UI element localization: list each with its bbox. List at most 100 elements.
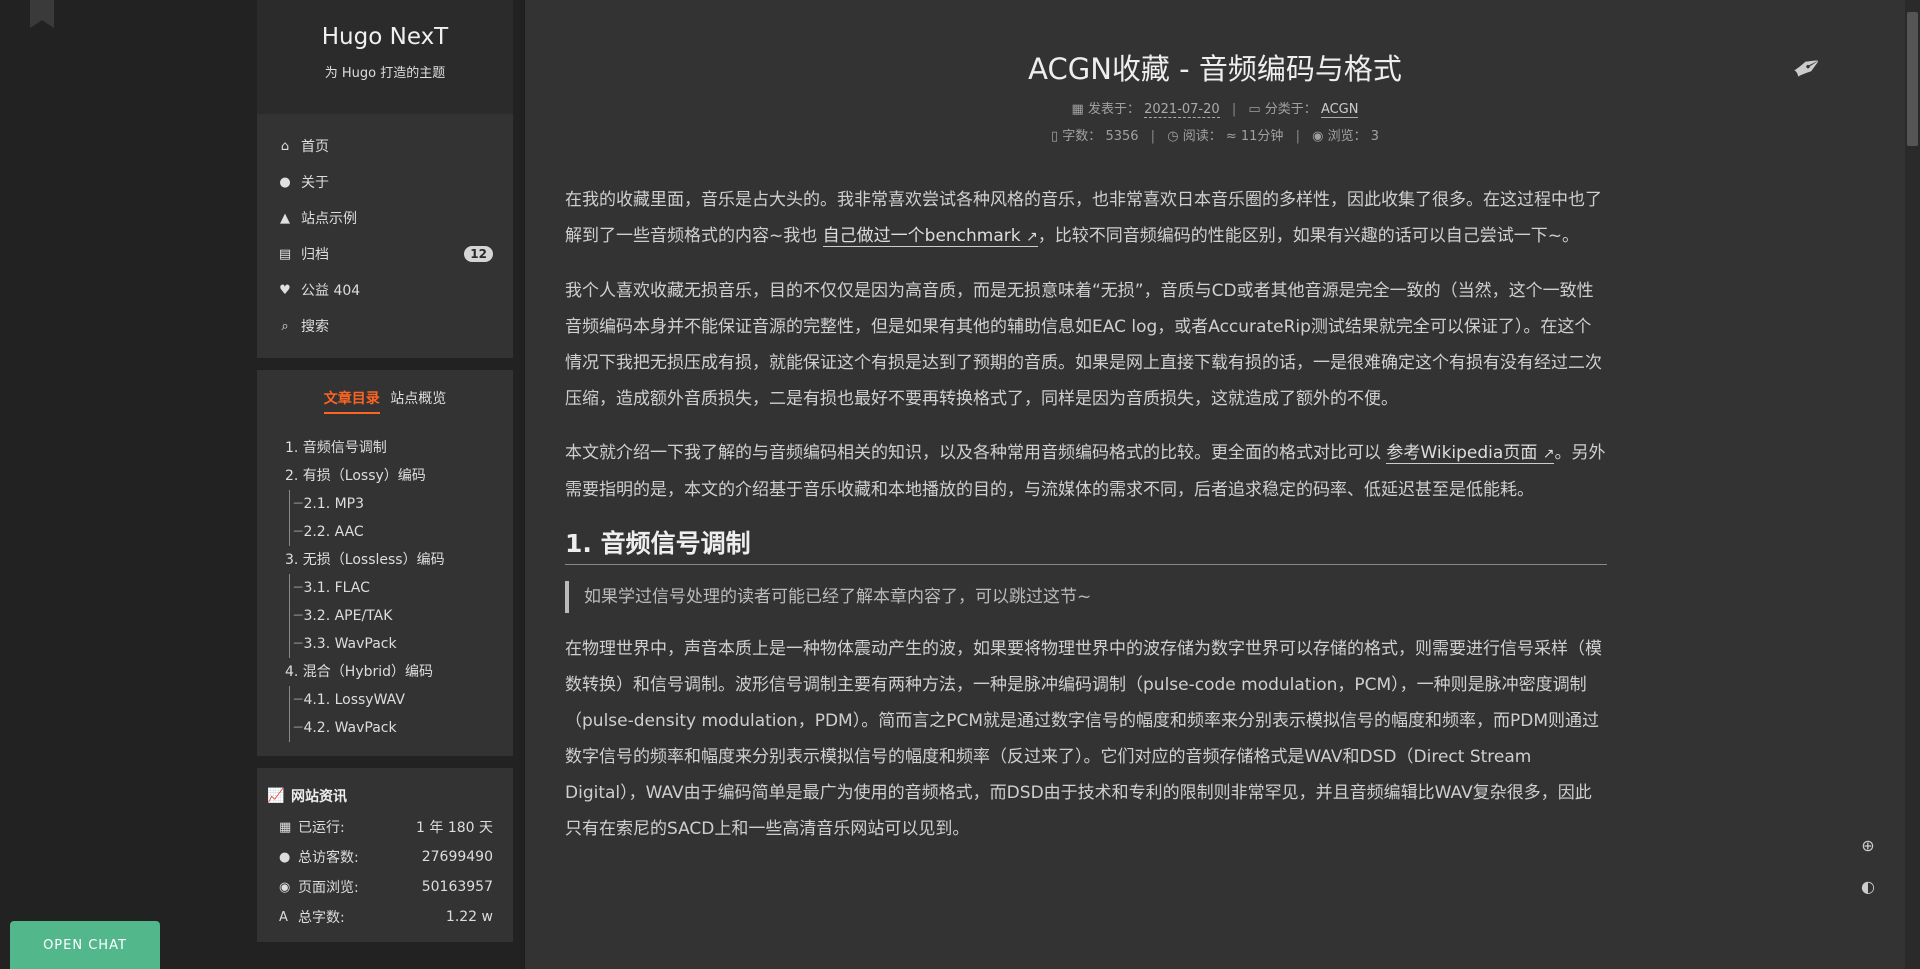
link-text: 自己做过一个benchmark bbox=[822, 226, 1021, 246]
folder-icon: ▭ bbox=[1248, 102, 1261, 117]
main-menu: ⌂ 首页 ● 关于 ▲ 站点示例 ▤ 归档 12 ♥ 公益 404 ⌕ 搜索 bbox=[257, 114, 513, 358]
toc-subitem-label: 2.1. MP3 bbox=[303, 496, 365, 512]
info-row-runtime: ▦ 已运行: 1 年 180 天 bbox=[267, 812, 493, 842]
meta-separator: | bbox=[1231, 102, 1237, 117]
menu-item-about[interactable]: ● 关于 bbox=[257, 164, 513, 200]
toc-subitem[interactable]: 2.1. MP3 bbox=[289, 490, 513, 518]
toc-item[interactable]: 1. 音频信号调制 bbox=[285, 434, 513, 462]
paragraph-text: ，比较不同音频编码的性能区别，如果有兴趣的话可以自己尝试一下~。 bbox=[1037, 226, 1580, 246]
tab-overview[interactable]: 站点概览 bbox=[390, 388, 446, 412]
words-value: 5356 bbox=[1105, 129, 1139, 144]
menu-item-home[interactable]: ⌂ 首页 bbox=[257, 128, 513, 164]
page-scrollbar[interactable] bbox=[1905, 0, 1920, 969]
user-icon: ● bbox=[279, 174, 291, 190]
menu-item-label: 首页 bbox=[301, 139, 329, 155]
toc-subitem-label: 3.2. APE/TAK bbox=[303, 608, 393, 624]
site-title[interactable]: Hugo NexT bbox=[257, 0, 513, 50]
post-title: ACGN收藏 - 音频编码与格式 bbox=[1028, 52, 1402, 86]
menu-item-archives[interactable]: ▤ 归档 12 bbox=[257, 236, 513, 272]
paragraph: 我个人喜欢收藏无损音乐，目的不仅仅是因为高音质，而是无损意味着“无损”，音质与C… bbox=[565, 281, 1602, 409]
toc-item[interactable]: 2. 有损（Lossy）编码 bbox=[285, 462, 513, 490]
menu-item-label: 搜索 bbox=[301, 319, 329, 335]
file-word-icon: ▯ bbox=[1050, 129, 1059, 144]
clock-icon: ◷ bbox=[1167, 129, 1179, 144]
site-info-panel: 📈 网站资讯 ▦ 已运行: 1 年 180 天 ● 总访客数: 27699490… bbox=[257, 768, 513, 942]
eye-icon: ◉ bbox=[279, 879, 291, 895]
dark-mode-toggle-icon[interactable]: ◐ bbox=[1856, 877, 1880, 896]
info-row-wordcount: A 总字数: 1.22 w bbox=[267, 902, 493, 932]
archive-count-badge: 12 bbox=[464, 246, 493, 262]
toc-item[interactable]: 4. 混合（Hybrid）编码 bbox=[285, 658, 513, 686]
info-value: 1.22 w bbox=[445, 909, 493, 925]
published-label: 发表于： bbox=[1087, 102, 1140, 117]
toc-subitem[interactable]: 4.1. LossyWAV bbox=[289, 686, 513, 714]
meta-separator: | bbox=[1295, 129, 1300, 144]
toc-subitem-label: 3.1. FLAC bbox=[303, 580, 370, 596]
home-icon: ⌂ bbox=[280, 138, 290, 154]
info-label: 总访客数: bbox=[298, 850, 359, 866]
blockquote: 如果学过信号处理的读者可能已经了解本章内容了，可以跳过这节~ bbox=[565, 581, 1607, 613]
toc-subitem-label: 3.3. WavPack bbox=[303, 636, 397, 652]
menu-item-404[interactable]: ♥ 公益 404 bbox=[257, 272, 513, 308]
published-date-link[interactable]: 2021-07-20 bbox=[1144, 102, 1220, 118]
toc-subitem[interactable]: 2.2. AAC bbox=[289, 518, 513, 546]
link-text: 参考Wikipedia页面 bbox=[1386, 443, 1538, 463]
toc-item[interactable]: 3. 无损（Lossless）编码 bbox=[285, 546, 513, 574]
menu-item-search[interactable]: ⌕ 搜索 bbox=[257, 308, 513, 344]
user-icon: ● bbox=[279, 849, 291, 865]
post-header: ACGN收藏 - 音频编码与格式 ▦ 发表于： 2021-07-20 | ▭ 分… bbox=[525, 0, 1905, 144]
calendar-icon: ▦ bbox=[279, 819, 292, 835]
info-label: 页面浏览: bbox=[298, 880, 359, 896]
words-label: 字数： bbox=[1062, 129, 1102, 144]
paragraph: 本文就介绍一下我了解的与音频编码相关的知识，以及各种常用音频编码格式的比较。更全… bbox=[565, 435, 1607, 508]
thumbs-up-icon: ▲ bbox=[280, 210, 290, 226]
paragraph: 在我的收藏里面，音乐是占大头的。我非常喜欢尝试各种风格的音乐，也非常喜欢日本音乐… bbox=[565, 182, 1607, 255]
post-meta-line-1: ▦ 发表于： 2021-07-20 | ▭ 分类于： ACGN bbox=[525, 98, 1905, 118]
tab-toc[interactable]: 文章目录 bbox=[323, 388, 380, 414]
info-value: 1 年 180 天 bbox=[416, 820, 493, 836]
paragraph: 在物理世界中，声音本质上是一种物体震动产生的波，如果要将物理世界中的波存储为数字… bbox=[565, 639, 1602, 839]
section-heading: 1. 音频信号调制 bbox=[565, 526, 1607, 565]
info-value: 27699490 bbox=[421, 849, 493, 865]
external-link-icon: ↗ bbox=[1026, 229, 1038, 245]
language-globe-icon[interactable]: ⊕ bbox=[1856, 836, 1880, 855]
sidebar: Hugo NexT 为 Hugo 打造的主题 ⌂ 首页 ● 关于 ▲ 站点示例 … bbox=[257, 0, 513, 954]
meta-separator: | bbox=[1150, 129, 1156, 144]
line-chart-icon: 📈 bbox=[267, 788, 285, 804]
info-label: 已运行: bbox=[298, 820, 345, 836]
search-icon: ⌕ bbox=[281, 318, 289, 334]
read-time-value: ≈ 11分钟 bbox=[1225, 129, 1284, 144]
post-main: ACGN收藏 - 音频编码与格式 ▦ 发表于： 2021-07-20 | ▭ 分… bbox=[525, 0, 1905, 969]
views-label: 浏览： bbox=[1327, 129, 1367, 144]
bookmark-ribbon[interactable] bbox=[30, 0, 54, 28]
toc-subitem[interactable]: 3.3. WavPack bbox=[289, 630, 513, 658]
wikipedia-link[interactable]: 参考Wikipedia页面 ↗ bbox=[1386, 443, 1555, 464]
open-chat-button[interactable]: OPEN CHAT bbox=[10, 921, 160, 969]
menu-item-label: 归档 bbox=[301, 247, 329, 263]
toc-subitem-label: 4.1. LossyWAV bbox=[303, 692, 405, 708]
toc-subitem-label: 4.2. WavPack bbox=[303, 720, 397, 736]
post-body: 在我的收藏里面，音乐是占大头的。我非常喜欢尝试各种风格的音乐，也非常喜欢日本音乐… bbox=[565, 182, 1607, 865]
toc-subitem[interactable]: 4.2. WavPack bbox=[289, 714, 513, 742]
toc-tabs: 文章目录 站点概览 bbox=[257, 388, 513, 414]
menu-item-showcase[interactable]: ▲ 站点示例 bbox=[257, 200, 513, 236]
site-info-heading-label: 网站资讯 bbox=[291, 789, 347, 805]
toc-panel: 文章目录 站点概览 1. 音频信号调制 2. 有损（Lossy）编码 2.1. … bbox=[257, 370, 513, 756]
archive-icon: ▤ bbox=[278, 246, 292, 262]
site-brand: Hugo NexT 为 Hugo 打造的主题 bbox=[257, 0, 513, 114]
site-subtitle: 为 Hugo 打造的主题 bbox=[324, 66, 446, 81]
category-label: 分类于： bbox=[1264, 102, 1317, 117]
external-link-icon: ↗ bbox=[1542, 446, 1555, 462]
calendar-icon: ▦ bbox=[1071, 102, 1084, 117]
toc-subitem[interactable]: 3.1. FLAC bbox=[289, 574, 513, 602]
scrollbar-thumb[interactable] bbox=[1907, 12, 1918, 146]
benchmark-link[interactable]: 自己做过一个benchmark ↗ bbox=[822, 226, 1038, 247]
toc-subitem-label: 2.2. AAC bbox=[303, 524, 364, 540]
eye-icon: ◉ bbox=[1312, 129, 1324, 144]
read-label: 阅读： bbox=[1182, 129, 1222, 144]
toc-list: 1. 音频信号调制 2. 有损（Lossy）编码 2.1. MP3 2.2. A… bbox=[257, 434, 513, 742]
toc-subitem[interactable]: 3.2. APE/TAK bbox=[289, 602, 513, 630]
menu-item-label: 站点示例 bbox=[301, 211, 357, 227]
site-info-heading: 📈 网站资讯 bbox=[267, 786, 493, 806]
category-link[interactable]: ACGN bbox=[1320, 102, 1359, 118]
